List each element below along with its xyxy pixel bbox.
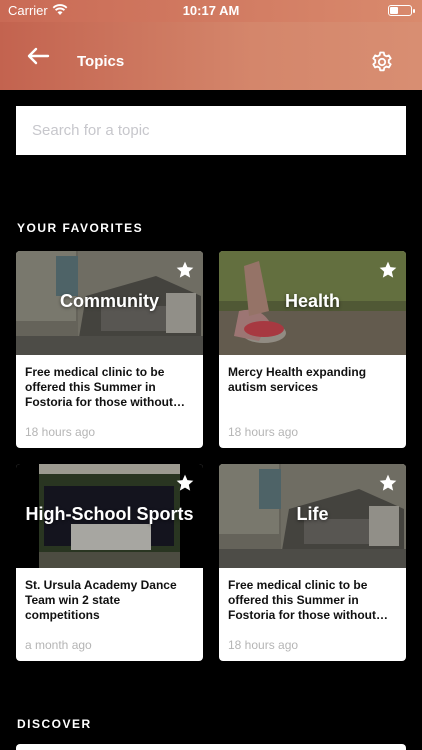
card-timestamp: 18 hours ago [25,425,96,439]
favorites-heading: YOUR FAVORITES [17,221,144,235]
star-icon[interactable] [175,473,195,493]
search-input[interactable] [16,106,406,155]
status-time: 10:17 AM [182,3,240,18]
topic-card-high-school-sports[interactable]: High-School Sports St. Ursula Academy Da… [16,464,203,661]
card-headline: Mercy Health expanding autism services [228,365,367,394]
page-title: Topics [77,53,125,70]
status-bar: Carrier 10:17 AM [0,0,422,22]
gear-icon[interactable] [370,50,394,74]
card-topic-label: Health [284,291,340,311]
discover-heading: DISCOVER [17,717,92,731]
card-topic-label: Community [60,291,159,311]
star-icon[interactable] [175,260,195,280]
card-headline: Free medical clinic to be offered this S… [228,578,376,622]
topic-card-health[interactable]: Health Mercy Health expanding autism ser… [219,251,406,448]
card-topic-label: High-School Sports [25,504,194,524]
card-timestamp: 18 hours ago [228,638,299,652]
nav-bar: Topics [0,22,422,90]
card-topic-label: Life [296,504,329,524]
card-headline: Free medical clinic to be offered this S… [25,365,173,409]
star-icon[interactable] [378,260,398,280]
back-arrow-icon[interactable] [26,46,50,66]
card-timestamp: 18 hours ago [228,425,299,439]
discover-card[interactable] [16,744,406,750]
card-timestamp: a month ago [25,638,92,652]
card-headline: St. Ursula Academy Dance Team win 2 stat… [25,578,177,622]
topic-card-community[interactable]: Community Free medical clinic to be offe… [16,251,203,448]
battery-icon [388,5,415,16]
topic-card-life[interactable]: Life Free medical clinic to be offered t… [219,464,406,661]
star-icon[interactable] [378,473,398,493]
